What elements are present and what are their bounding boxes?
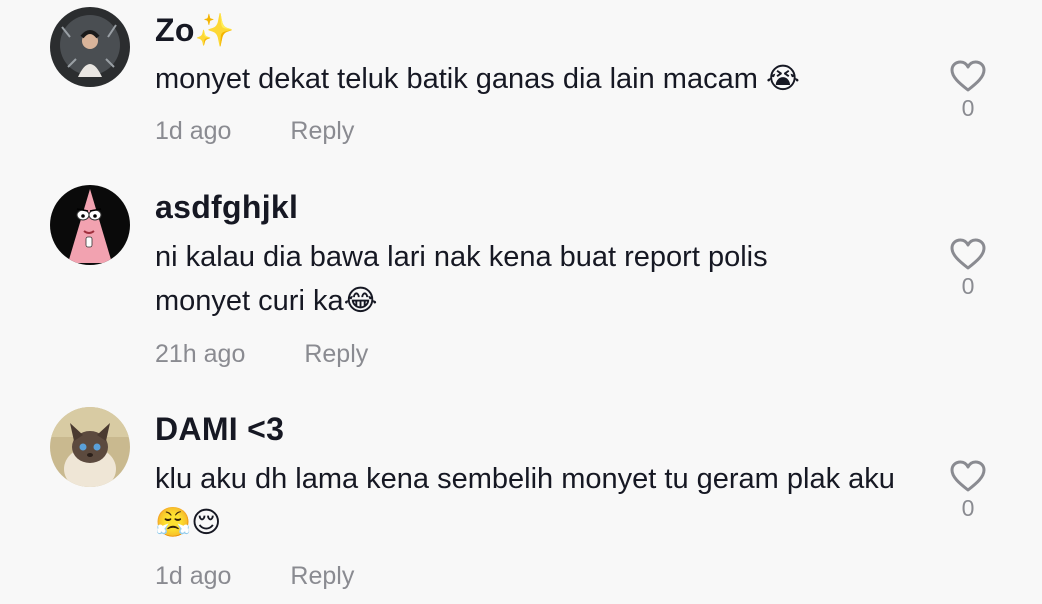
- heart-icon[interactable]: [949, 237, 987, 271]
- comment-item: asdfghjkl ni kalau dia bawa lari nak ken…: [0, 185, 1042, 385]
- like-count: 0: [961, 273, 975, 299]
- reply-button[interactable]: Reply: [290, 562, 354, 591]
- comment-item: Zo✨ monyet dekat teluk batik ganas dia l…: [0, 7, 1042, 157]
- comment-item: DAMI <3 klu aku dh lama kena sembelih mo…: [0, 407, 1042, 602]
- heart-icon[interactable]: [949, 59, 987, 93]
- username[interactable]: asdfghjkl: [155, 189, 298, 226]
- username[interactable]: DAMI <3: [155, 411, 284, 448]
- comment-timestamp: 1d ago: [155, 562, 232, 590]
- like-button[interactable]: 0: [945, 237, 991, 300]
- comment-timestamp: 1d ago: [155, 117, 232, 145]
- like-button[interactable]: 0: [945, 459, 991, 522]
- comment-timestamp: 21h ago: [155, 340, 246, 368]
- comment-text: klu aku dh lama kena sembelih monyet tu …: [155, 463, 895, 539]
- reply-button[interactable]: Reply: [290, 117, 354, 146]
- comment-text: ni kalau dia bawa lari nak kena buat rep…: [155, 241, 768, 317]
- comment-meta: 1d ago Reply: [155, 562, 354, 591]
- heart-icon[interactable]: [949, 459, 987, 493]
- comment-meta: 1d ago Reply: [155, 117, 354, 146]
- avatar[interactable]: [50, 7, 130, 87]
- reply-button[interactable]: Reply: [304, 340, 368, 369]
- avatar[interactable]: [50, 407, 130, 487]
- comment-meta: 21h ago Reply: [155, 340, 368, 369]
- like-count: 0: [961, 495, 975, 521]
- like-count: 0: [961, 95, 975, 121]
- like-button[interactable]: 0: [945, 59, 991, 122]
- avatar[interactable]: [50, 185, 130, 265]
- username[interactable]: Zo✨: [155, 11, 235, 49]
- comment-text: monyet dekat teluk batik ganas dia lain …: [155, 63, 800, 95]
